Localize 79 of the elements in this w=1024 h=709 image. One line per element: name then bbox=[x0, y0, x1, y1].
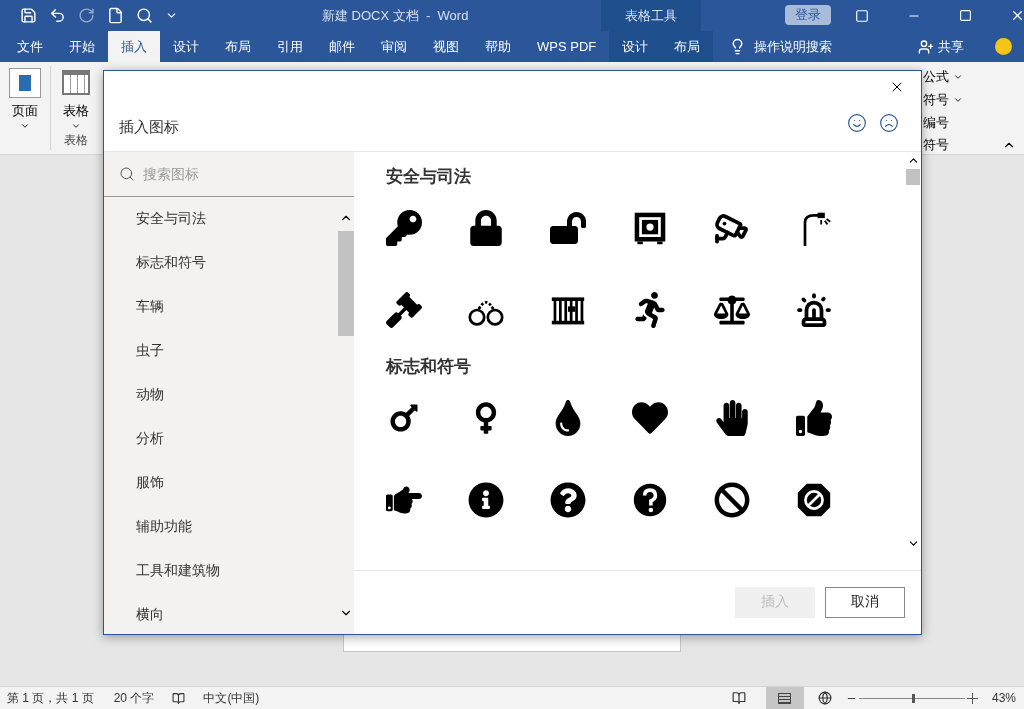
ribbon-tab[interactable]: 布局 bbox=[212, 31, 264, 62]
no-entry-icon[interactable] bbox=[796, 482, 832, 518]
language-status[interactable]: 中文(中国) bbox=[203, 689, 260, 707]
dialog-title: 插入图标 bbox=[119, 117, 179, 137]
symbol-button[interactable]: 符号 bbox=[923, 90, 949, 110]
ribbon-tab[interactable]: 布局 bbox=[661, 31, 714, 62]
ribbon-tab[interactable]: 邮件 bbox=[316, 31, 368, 62]
info-icon[interactable] bbox=[468, 482, 504, 518]
ribbon-tab[interactable]: 开始 bbox=[56, 31, 108, 62]
ribbon-tab[interactable]: 插入 bbox=[108, 31, 160, 62]
zoom-level[interactable]: 43% bbox=[991, 689, 1016, 707]
ribbon-tab[interactable]: WPS PDF bbox=[524, 31, 610, 62]
undo-icon[interactable] bbox=[49, 7, 66, 24]
frown-feedback-icon[interactable] bbox=[879, 113, 899, 133]
context-tab-header: 表格工具 bbox=[601, 0, 701, 31]
category-item[interactable]: 标志和符号 bbox=[104, 241, 338, 285]
section-heading: 标志和符号 bbox=[386, 356, 472, 378]
prohibited-icon[interactable] bbox=[714, 482, 750, 518]
ribbon-tab[interactable]: 视图 bbox=[420, 31, 472, 62]
category-item[interactable]: 分析 bbox=[104, 417, 338, 461]
category-item[interactable]: 辅助功能 bbox=[104, 505, 338, 549]
web-layout-icon[interactable] bbox=[817, 691, 832, 705]
tell-me-search[interactable]: 操作说明搜索 bbox=[754, 36, 833, 57]
heart-icon[interactable] bbox=[632, 400, 668, 436]
search-icon bbox=[119, 166, 135, 182]
siren-icon[interactable] bbox=[796, 292, 832, 328]
equation-button[interactable]: 公式 bbox=[923, 68, 949, 87]
ribbon-tab[interactable]: 审阅 bbox=[368, 31, 420, 62]
new-document-icon[interactable] bbox=[107, 7, 124, 24]
login-button[interactable]: 登录 bbox=[785, 5, 831, 25]
word-count[interactable]: 20 个字 bbox=[113, 689, 155, 707]
search-field[interactable]: 搜索图标 bbox=[143, 163, 293, 185]
category-item[interactable]: 服饰 bbox=[104, 461, 338, 505]
scrollbar-thumb[interactable] bbox=[906, 169, 920, 185]
zoom-in-icon[interactable] bbox=[966, 692, 978, 704]
read-mode-icon[interactable] bbox=[731, 691, 746, 705]
maximize-icon[interactable] bbox=[959, 9, 972, 22]
category-item[interactable]: 动物 bbox=[104, 373, 338, 417]
category-item[interactable]: 虫子 bbox=[104, 329, 338, 373]
section-heading: 安全与司法 bbox=[386, 166, 472, 188]
group-label: 表格 bbox=[64, 131, 88, 149]
page-icon[interactable] bbox=[9, 68, 41, 98]
category-item[interactable]: 安全与司法 bbox=[104, 197, 338, 241]
table-button[interactable]: 表格 bbox=[63, 101, 89, 121]
category-item[interactable]: 车辆 bbox=[104, 285, 338, 329]
table-icon[interactable] bbox=[62, 70, 90, 95]
ribbon-tab[interactable]: 文件 bbox=[4, 31, 56, 62]
search-icon[interactable] bbox=[136, 7, 153, 24]
question-icon[interactable] bbox=[550, 482, 586, 518]
lock-icon[interactable] bbox=[468, 210, 504, 246]
share-icon[interactable] bbox=[918, 38, 934, 55]
close-icon[interactable] bbox=[1010, 8, 1024, 23]
window-title: 新建 DOCX 文档 - Word bbox=[322, 7, 469, 25]
smile-feedback-icon[interactable] bbox=[847, 113, 867, 133]
save-icon[interactable] bbox=[20, 7, 37, 24]
group-label: 符号 bbox=[923, 137, 950, 155]
question-icon[interactable] bbox=[632, 482, 668, 518]
share-button[interactable]: 共享 bbox=[938, 36, 964, 57]
gavel-icon[interactable] bbox=[386, 292, 422, 328]
thumbs-up-icon[interactable] bbox=[796, 400, 832, 436]
safe-icon[interactable] bbox=[632, 210, 668, 246]
ribbon-tab[interactable]: 帮助 bbox=[472, 31, 524, 62]
page-count[interactable]: 第 1 页，共 1 页 bbox=[7, 689, 94, 707]
zoom-thumb[interactable] bbox=[911, 693, 915, 703]
pages-button[interactable]: 页面 bbox=[12, 101, 38, 121]
scrollbar-thumb[interactable] bbox=[338, 231, 354, 336]
cancel-button[interactable]: 取消 bbox=[825, 587, 905, 618]
ribbon-tab[interactable]: 引用 bbox=[264, 31, 316, 62]
zoom-slider[interactable] bbox=[858, 692, 965, 704]
category-item[interactable]: 横向 bbox=[104, 593, 338, 634]
key-icon[interactable] bbox=[386, 210, 422, 246]
hand-icon[interactable] bbox=[714, 400, 750, 436]
ribbon-tab[interactable]: 设计 bbox=[609, 31, 662, 62]
unlocked-lock-icon[interactable] bbox=[550, 210, 586, 246]
smiley-icon[interactable] bbox=[995, 38, 1012, 55]
print-layout-button[interactable] bbox=[765, 687, 804, 709]
category-item[interactable]: 工具和建筑物 bbox=[104, 549, 338, 593]
ribbon-tab[interactable]: 设计 bbox=[160, 31, 212, 62]
number-button[interactable]: 编号 bbox=[923, 113, 963, 133]
